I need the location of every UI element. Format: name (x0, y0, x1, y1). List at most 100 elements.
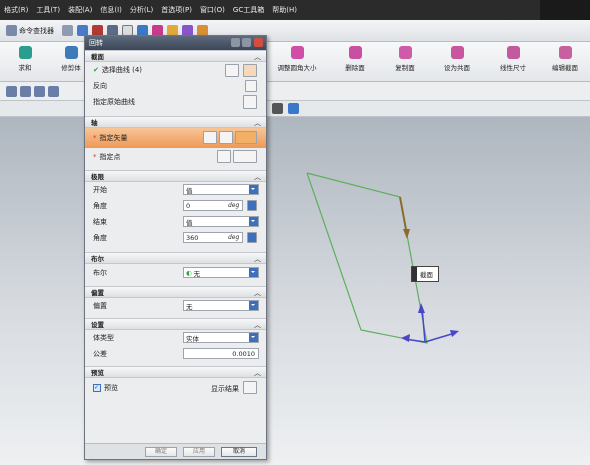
reverse-direction-icon[interactable] (245, 80, 257, 92)
collapse-icon: ︿ (254, 321, 261, 329)
boolean-none-icon: ◐ (186, 268, 192, 277)
selection-icon[interactable] (34, 86, 45, 97)
point-dialog-icon[interactable] (217, 150, 231, 163)
section-tag: 截面 (411, 266, 439, 282)
angle-options-icon[interactable] (247, 232, 257, 243)
ribbon-linear-dimension[interactable]: 线性尺寸 (488, 46, 538, 72)
collapse-icon: ︿ (254, 289, 261, 297)
menu-analysis[interactable]: 分析(L) (130, 5, 153, 15)
preview-checkbox[interactable]: ✓ (93, 384, 101, 392)
offset-label: 偏置 (93, 302, 107, 310)
curve-select-icon[interactable] (243, 64, 257, 77)
menu-info[interactable]: 信息(I) (100, 5, 122, 15)
specify-vector-row[interactable]: * 指定矢量 (85, 128, 266, 148)
end-type-select[interactable]: 值 (183, 216, 259, 227)
preview-row: ✓ 预览 显示结果 (85, 378, 266, 398)
cancel-button[interactable]: 取消 (221, 447, 257, 457)
reset-icon[interactable] (231, 38, 240, 47)
collapse-icon: ︿ (254, 53, 261, 61)
section-header-offset[interactable]: 偏置 ︿ (85, 286, 266, 298)
section-header-settings[interactable]: 设置 ︿ (85, 318, 266, 330)
menu-gc-toolbox[interactable]: GC工具箱 (233, 5, 264, 15)
collapse-icon: ︿ (254, 119, 261, 127)
unit-label: deg (228, 202, 240, 209)
boolean-select[interactable]: ◐ 无 (183, 267, 259, 278)
vector-arrowhead (418, 303, 425, 313)
dialog-button-bar: 确定 应用 取消 (85, 443, 266, 459)
apply-button[interactable]: 应用 (183, 447, 215, 457)
ribbon-delete-face[interactable]: 删除面 (330, 46, 380, 72)
snap-icon[interactable] (288, 103, 299, 114)
section-header-axis[interactable]: 轴 ︿ (85, 116, 266, 128)
chevron-down-icon (249, 268, 258, 277)
boolean-label: 布尔 (93, 269, 107, 277)
body-type-select[interactable]: 实体 (183, 332, 259, 343)
resize-blend-icon (290, 46, 304, 59)
vector-type-dropdown[interactable] (235, 131, 257, 144)
section-curve (306, 172, 428, 344)
menu-assembly[interactable]: 装配(A) (68, 5, 92, 15)
specify-point-row[interactable]: * 指定点 (85, 148, 266, 166)
collapse-icon: ︿ (254, 369, 261, 377)
section-header-limits[interactable]: 极限 ︿ (85, 170, 266, 182)
dialog-titlebar[interactable]: 回转 (85, 36, 266, 50)
ribbon-label: 修剪体 (61, 64, 81, 72)
vector-dialog-icon[interactable] (203, 131, 217, 144)
vector-arrowhead (450, 330, 459, 337)
end-angle-label: 角度 (93, 234, 107, 242)
start-type-select[interactable]: 值 (183, 184, 259, 195)
vector-reverse-icon[interactable] (219, 131, 233, 144)
ribbon-resize-blend[interactable]: 调整圆角大小 (272, 46, 322, 72)
ribbon-make-coplanar[interactable]: 设为共面 (432, 46, 482, 72)
menu-tools[interactable]: 工具(T) (36, 5, 60, 15)
angle-options-icon[interactable] (247, 200, 257, 211)
specify-vector-label: 指定矢量 (99, 134, 128, 142)
selection-icon[interactable] (48, 86, 59, 97)
snap-icon[interactable] (272, 103, 283, 114)
tolerance-input[interactable]: 0.0010 (183, 348, 259, 359)
section-header-preview[interactable]: 预览 ︿ (85, 366, 266, 378)
start-row: 开始 值 (85, 182, 266, 198)
ribbon-unite[interactable]: 求和 (0, 46, 50, 72)
select-curve-row[interactable]: ✔ 选择曲线 (4) (85, 62, 266, 78)
menu-help[interactable]: 帮助(H) (272, 5, 297, 15)
start-angle-row: 角度 0 deg (85, 198, 266, 214)
origin-curve-label: 指定原始曲线 (93, 98, 135, 106)
menu-format[interactable]: 格式(R) (4, 5, 28, 15)
tolerance-label: 公差 (93, 350, 107, 358)
chevron-down-icon (249, 217, 258, 226)
show-result-label: 显示结果 (211, 385, 239, 393)
section-header-section[interactable]: 截面 ︿ (85, 50, 266, 62)
origin-curve-icon[interactable] (243, 95, 257, 109)
sketch-section-icon[interactable] (225, 64, 239, 77)
end-angle-row: 角度 360 deg (85, 230, 266, 246)
command-finder-icon[interactable] (6, 25, 17, 36)
settings-icon[interactable] (242, 38, 251, 47)
start-angle-label: 角度 (93, 202, 107, 210)
delete-face-icon (348, 46, 362, 59)
section-header-boolean[interactable]: 布尔 ︿ (85, 252, 266, 264)
toolbar-icon[interactable] (62, 25, 73, 36)
selection-icon[interactable] (6, 86, 17, 97)
ok-button[interactable]: 确定 (145, 447, 177, 457)
command-finder-label[interactable]: 命令查找器 (19, 26, 54, 36)
point-type-dropdown[interactable] (233, 150, 257, 163)
selection-icon[interactable] (20, 86, 31, 97)
menu-window[interactable]: 窗口(O) (200, 5, 225, 15)
unit-label: deg (228, 234, 240, 241)
ribbon-copy-face[interactable]: 复制面 (380, 46, 430, 72)
window-controls (540, 0, 590, 20)
boolean-row: 布尔 ◐ 无 (85, 264, 266, 282)
collapse-icon: ︿ (254, 255, 261, 263)
close-icon[interactable] (254, 38, 263, 47)
direction-arrowhead (403, 229, 410, 239)
magnifier-icon[interactable] (243, 381, 257, 394)
ribbon-label: 线性尺寸 (500, 64, 526, 72)
tolerance-row: 公差 0.0010 (85, 346, 266, 362)
required-icon: * (93, 153, 97, 161)
offset-select[interactable]: 无 (183, 300, 259, 311)
trim-body-icon (64, 46, 78, 59)
menu-preferences[interactable]: 首选项(P) (161, 5, 192, 15)
vector-axis-x (424, 332, 456, 343)
ribbon-edit-section[interactable]: 编辑截面 (540, 46, 590, 72)
